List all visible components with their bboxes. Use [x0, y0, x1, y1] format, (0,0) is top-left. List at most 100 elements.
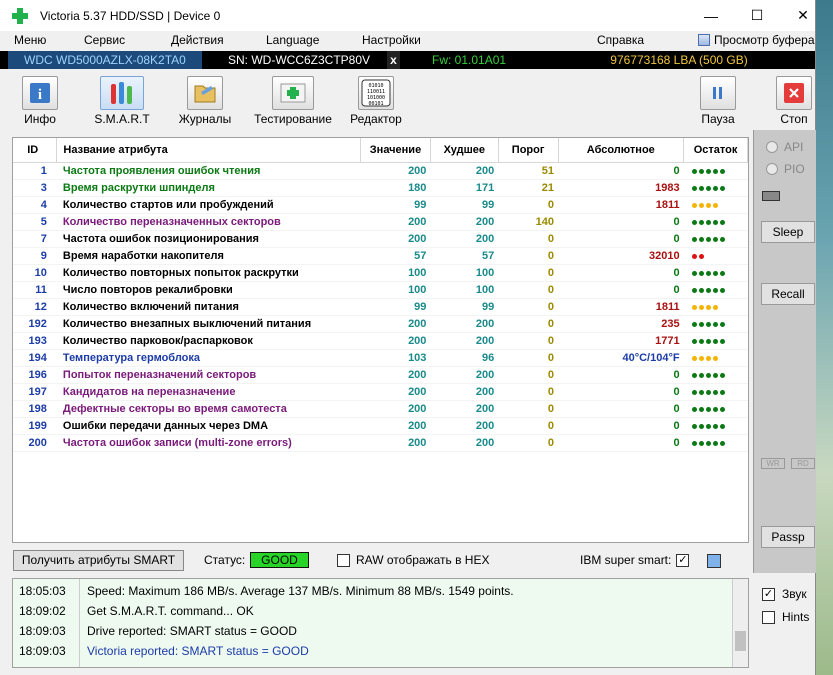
passp-button[interactable]: Passp	[761, 526, 815, 548]
col-worst[interactable]: Худшее	[430, 138, 499, 163]
drive-model[interactable]: WDC WD5000AZLX-08K2TA0	[8, 51, 202, 69]
attr-value: 200	[408, 419, 427, 432]
table-row[interactable]: 10 Количество повторных попыток раскрутки…	[13, 264, 748, 281]
table-row[interactable]: 192 Количество внезапных выключений питан…	[13, 315, 748, 332]
attr-raw: 0	[673, 436, 680, 449]
close-button[interactable]: ✕	[780, 0, 826, 31]
buffer-view-link[interactable]: Просмотр буфера	[698, 33, 815, 47]
table-row[interactable]: 199 Ошибки передачи данных через DMA 200 20…	[13, 417, 748, 434]
table-row[interactable]: 200 Частота ошибок записи (multi-zone err…	[13, 434, 748, 451]
health-dot	[705, 338, 711, 344]
pause-button[interactable]: Пауза	[683, 76, 753, 126]
attr-threshold: 0	[547, 419, 555, 432]
attr-remaining-dots	[684, 264, 748, 281]
table-row[interactable]: 198 Дефектные секторы во время самотеста 2…	[13, 400, 748, 417]
col-value[interactable]: Значение	[360, 138, 431, 163]
health-dot	[705, 423, 711, 429]
health-dot	[712, 355, 718, 361]
col-raw[interactable]: Абсолютное	[558, 138, 685, 163]
table-row[interactable]: 11 Число повторов рекалибровки 100 100 0 0	[13, 281, 748, 298]
table-row[interactable]: 4 Количество стартов или пробуждений 99 99 0…	[13, 196, 748, 213]
col-id[interactable]: ID	[13, 138, 58, 163]
health-dot	[705, 372, 711, 378]
victoria-window: Victoria 5.37 HDD/SSD | Device 0 — ☐ ✕ М…	[0, 0, 816, 675]
recall-button[interactable]: Recall	[761, 283, 815, 305]
log-message: Drive reported: SMART status = GOOD	[87, 624, 297, 638]
testing-button[interactable]: Тестирование	[250, 76, 336, 126]
sound-option[interactable]: ✓ Звук	[762, 587, 807, 601]
attr-name: Количество включений питания	[62, 300, 239, 313]
health-dot	[705, 219, 711, 225]
log-scrollbar[interactable]	[732, 579, 748, 667]
testing-label: Тестирование	[254, 112, 332, 126]
log-scroll-thumb[interactable]	[735, 631, 746, 651]
table-row[interactable]: 196 Попыток переназначений секторов 200 200…	[13, 366, 748, 383]
table-row[interactable]: 9 Время наработки накопителя 57 57 0 32010	[13, 247, 748, 264]
menu-help[interactable]: Справка	[597, 33, 644, 47]
info-button[interactable]: i Инфо	[5, 76, 75, 126]
smart-button[interactable]: S.M.A.R.T	[86, 76, 158, 126]
pio-radio[interactable]: PIO	[766, 162, 805, 176]
attr-worst: 200	[475, 436, 495, 449]
attr-remaining-dots	[684, 315, 748, 332]
table-row[interactable]: 194 Температура гермоблока 103 96 0 40°C/104°…	[13, 349, 748, 366]
logs-button[interactable]: Журналы	[170, 76, 240, 126]
col-name[interactable]: Название атрибута	[56, 138, 362, 163]
attr-worst: 96	[481, 351, 495, 364]
health-dot	[691, 338, 697, 344]
sleep-button[interactable]: Sleep	[761, 221, 815, 243]
table-row[interactable]: 12 Количество включений питания 99 99 0 1811	[13, 298, 748, 315]
attr-threshold: 0	[547, 198, 555, 211]
attr-threshold: 0	[547, 266, 555, 279]
minimize-button[interactable]: —	[688, 0, 734, 31]
menu-language[interactable]: Language	[266, 33, 319, 47]
col-remaining[interactable]: Остаток	[683, 138, 748, 163]
ibm-checkbox[interactable]: ✓	[676, 553, 690, 567]
attr-value: 200	[408, 436, 427, 449]
color-swatch[interactable]	[707, 554, 721, 568]
attr-name: Количество парковок/распарковок	[62, 334, 253, 347]
raw-hex-option[interactable]: RAW отображать в HEX	[337, 553, 489, 567]
status-label: Статус:	[204, 553, 246, 567]
table-row[interactable]: 1 Частота проявления ошибок чтения 200 200 5…	[13, 162, 748, 179]
attr-remaining-dots	[684, 417, 748, 434]
menu-actions[interactable]: Действия	[171, 33, 224, 47]
ibm-super-smart-option[interactable]: IBM super smart: ✓	[580, 553, 690, 567]
table-row[interactable]: 5 Количество переназначенных секторов 200 2…	[13, 213, 748, 230]
table-row[interactable]: 3 Время раскрутки шпинделя 180 171 21 1983	[13, 179, 748, 196]
table-row[interactable]: 197 Кандидатов на переназначение 200 200 0 0	[13, 383, 748, 400]
stop-button[interactable]: Стоп	[759, 76, 829, 126]
health-dot	[719, 236, 725, 242]
menu-settings[interactable]: Настройки	[362, 33, 421, 47]
col-threshold[interactable]: Порог	[498, 138, 559, 163]
attr-worst: 100	[475, 266, 495, 279]
editor-button[interactable]: 01010 110011 101000 00101 Редактор	[341, 76, 411, 126]
menu-main[interactable]: Меню	[14, 33, 46, 47]
table-row[interactable]: 7 Частота ошибок позиционирования 200 200 0 0	[13, 230, 748, 247]
api-radio[interactable]: API	[766, 140, 803, 154]
hints-checkbox[interactable]	[762, 610, 775, 624]
drive-firmware: Fw: 01.01A01	[402, 51, 542, 69]
get-smart-attributes-button[interactable]: Получить атрибуты SMART	[13, 550, 184, 571]
health-dot	[691, 355, 697, 361]
pause-label: Пауза	[701, 112, 735, 126]
attr-threshold: 0	[547, 317, 555, 330]
maximize-button[interactable]: ☐	[734, 0, 780, 31]
editor-label: Редактор	[350, 112, 402, 126]
attr-remaining-dots	[684, 298, 748, 315]
hints-option[interactable]: Hints	[762, 610, 809, 624]
attr-threshold: 0	[547, 351, 555, 364]
menu-service[interactable]: Сервис	[84, 33, 125, 47]
attr-name: Частота ошибок записи (multi-zone errors…	[62, 436, 292, 449]
log-time: 18:05:03	[19, 584, 66, 598]
attr-threshold: 0	[547, 334, 555, 347]
sound-checkbox[interactable]: ✓	[762, 587, 775, 601]
drive-close-button[interactable]: x	[387, 51, 400, 69]
health-dot	[698, 406, 704, 412]
hints-label: Hints	[782, 610, 810, 624]
table-row[interactable]: 193 Количество парковок/распарковок 200 200…	[13, 332, 748, 349]
attr-threshold: 0	[547, 283, 555, 296]
raw-hex-checkbox[interactable]	[337, 553, 350, 567]
attr-raw: 32010	[648, 249, 680, 262]
attr-name: Частота проявления ошибок чтения	[62, 164, 261, 177]
